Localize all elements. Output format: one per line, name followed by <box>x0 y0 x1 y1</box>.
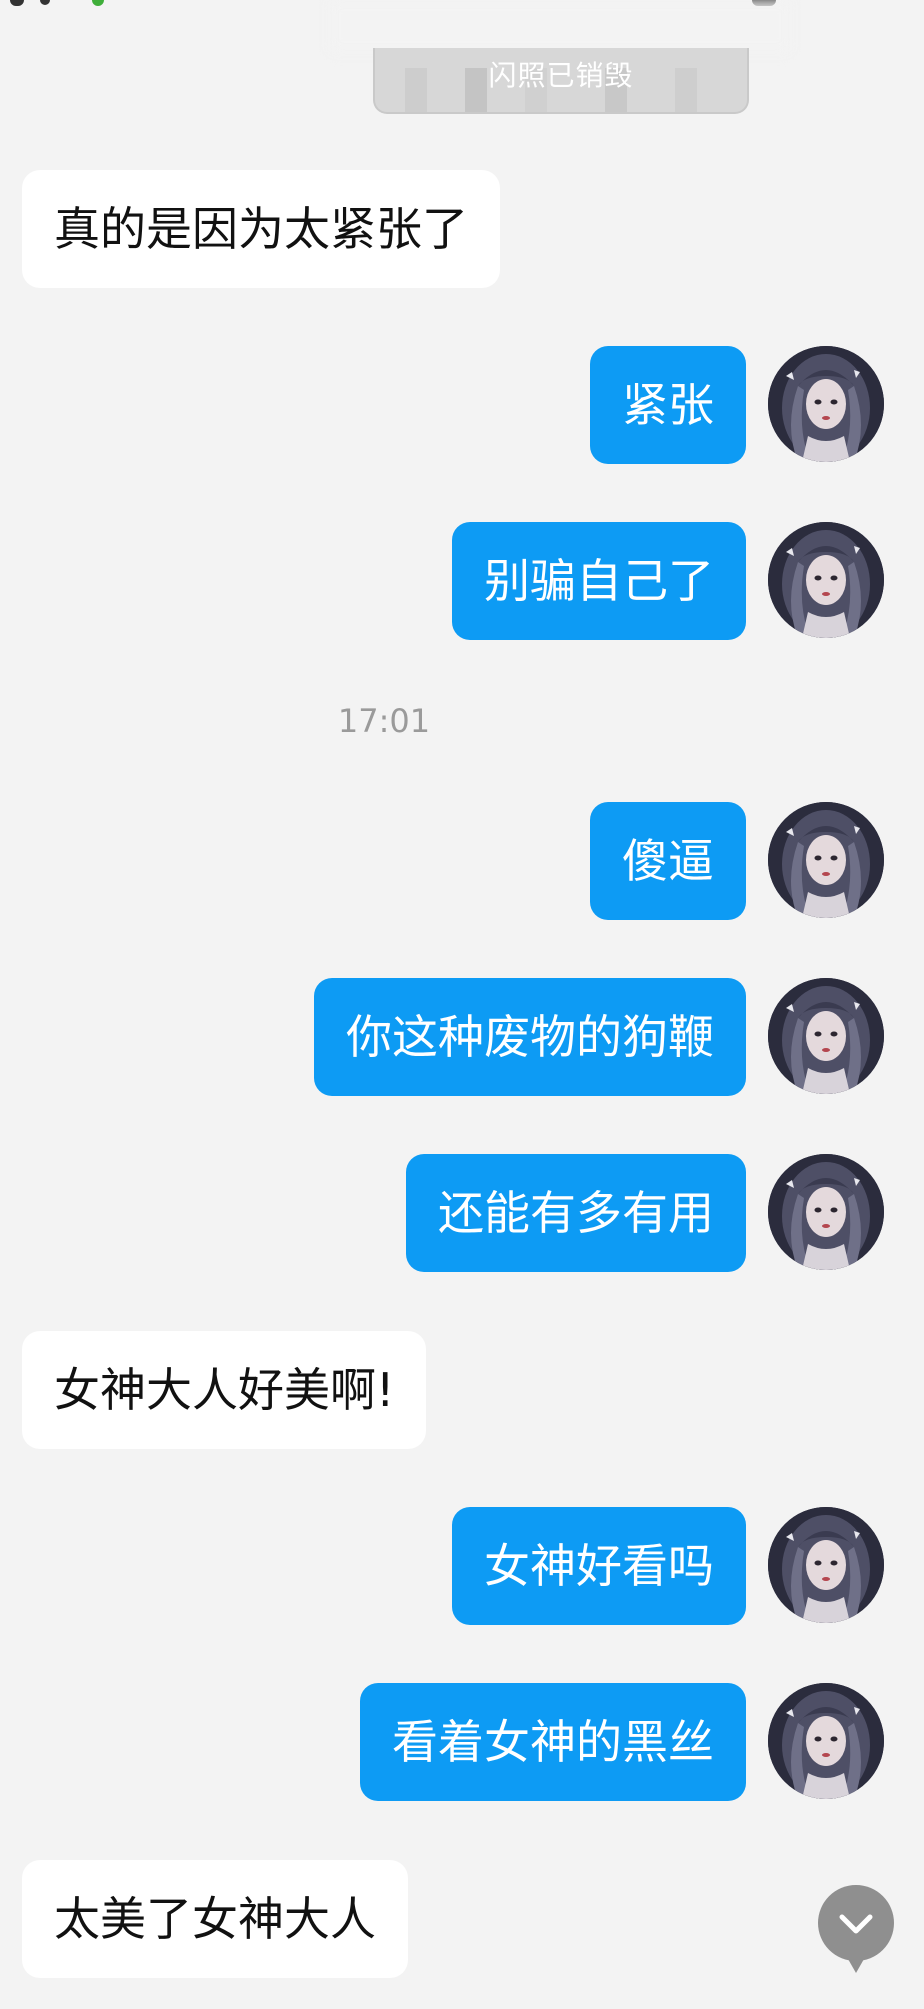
avatar-portrait <box>768 1507 884 1623</box>
avatar[interactable] <box>768 346 884 462</box>
avatar-portrait <box>768 1154 884 1270</box>
avatar-portrait <box>768 802 884 918</box>
avatar[interactable] <box>768 802 884 918</box>
message-text: 看着女神的黑丝 <box>392 1715 714 1769</box>
message-text: 你这种废物的狗鞭 <box>346 1010 714 1064</box>
outgoing-message[interactable]: 傻逼 <box>590 802 746 920</box>
outgoing-message[interactable]: 还能有多有用 <box>406 1154 746 1272</box>
chevron-down-icon <box>839 1914 873 1934</box>
message-text: 女神大人好美啊! <box>54 1363 395 1417</box>
incoming-message[interactable]: 女神大人好美啊! <box>22 1331 427 1449</box>
avatar[interactable] <box>768 1683 884 1799</box>
outgoing-message[interactable]: 你这种废物的狗鞭 <box>314 978 746 1096</box>
message-text: 别骗自己了 <box>484 554 714 608</box>
message-text: 太美了女神大人 <box>54 1892 376 1946</box>
avatar-portrait <box>768 522 884 638</box>
outgoing-message[interactable]: 紧张 <box>590 346 746 464</box>
blur-overlay <box>330 0 790 52</box>
outgoing-message[interactable]: 别骗自己了 <box>452 522 746 640</box>
avatar-portrait <box>768 1683 884 1799</box>
message-text: 女神好看吗 <box>484 1539 714 1593</box>
scroll-to-bottom-button[interactable] <box>818 1885 894 1973</box>
outgoing-message[interactable]: 看着女神的黑丝 <box>360 1683 746 1801</box>
message-text: 真的是因为太紧张了 <box>54 202 468 256</box>
avatar[interactable] <box>768 978 884 1094</box>
avatar-portrait <box>768 346 884 462</box>
message-timestamp: 17:01 <box>337 702 431 740</box>
message-text: 傻逼 <box>622 834 714 888</box>
chat-window: 闪照已销毁 真的是因为太紧张了 紧张 别骗自己了 17:01 傻逼 你这种废物的… <box>0 0 924 2009</box>
incoming-message[interactable]: 太美了女神大人 <box>22 1860 408 1978</box>
outgoing-message[interactable]: 女神好看吗 <box>452 1507 746 1625</box>
incoming-message[interactable]: 真的是因为太紧张了 <box>22 170 500 288</box>
flash-photo-caption: 闪照已销毁 <box>488 59 634 92</box>
avatar[interactable] <box>768 1154 884 1270</box>
avatar[interactable] <box>768 1507 884 1623</box>
avatar[interactable] <box>768 522 884 638</box>
avatar-portrait <box>768 978 884 1094</box>
status-bar-fragment <box>0 0 776 8</box>
message-text: 紧张 <box>622 378 714 432</box>
flash-photo-card[interactable]: 闪照已销毁 <box>373 48 749 114</box>
message-text: 还能有多有用 <box>438 1186 714 1240</box>
